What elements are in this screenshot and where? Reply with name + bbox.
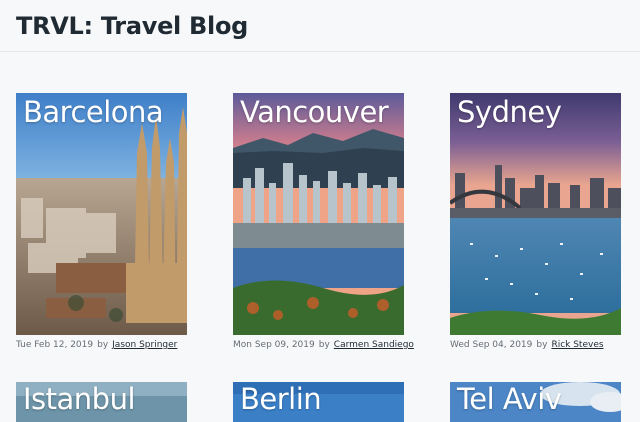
post-card-barcelona[interactable]: Barcelona Tue Feb 12, 2019 by Jason Spring… xyxy=(16,93,187,350)
byline-label: by xyxy=(536,340,548,350)
site-header: TRVL: Travel Blog xyxy=(0,0,640,52)
post-card-sydney[interactable]: Sydney Wed Sep 04, 2019 by Rick Steves xyxy=(450,93,621,350)
post-photo-sydney[interactable]: Sydney xyxy=(450,93,621,335)
post-card-istanbul[interactable]: Istanbul xyxy=(16,382,187,422)
sydney-photo-image xyxy=(450,93,621,335)
author-link[interactable]: Jason Springer xyxy=(112,340,177,350)
post-date: Mon Sep 09, 2019 xyxy=(233,340,315,350)
author-link[interactable]: Carmen Sandiego xyxy=(334,340,414,350)
post-photo-vancouver[interactable]: Vancouver xyxy=(233,93,404,335)
post-meta: Wed Sep 04, 2019 by Rick Steves xyxy=(450,340,621,350)
post-card-tel-aviv[interactable]: Tel Aviv xyxy=(450,382,621,422)
post-photo-tel-aviv[interactable]: Tel Aviv xyxy=(450,382,621,422)
post-date: Wed Sep 04, 2019 xyxy=(450,340,533,350)
post-title[interactable]: Tel Aviv xyxy=(457,382,562,416)
post-meta: Mon Sep 09, 2019 by Carmen Sandiego xyxy=(233,340,414,350)
post-title[interactable]: Vancouver xyxy=(240,95,389,129)
post-card-vancouver[interactable]: Vancouver Mon Sep 09, 2019 by Carmen Sandi… xyxy=(233,93,414,350)
post-date: Tue Feb 12, 2019 xyxy=(16,340,94,350)
post-title[interactable]: Istanbul xyxy=(23,382,136,416)
vancouver-photo-image xyxy=(233,93,404,335)
post-title[interactable]: Barcelona xyxy=(23,95,164,129)
post-title[interactable]: Sydney xyxy=(457,95,562,129)
site-title[interactable]: TRVL: Travel Blog xyxy=(16,12,248,40)
barcelona-photo-image xyxy=(16,93,187,335)
post-photo-istanbul[interactable]: Istanbul xyxy=(16,382,187,422)
post-meta: Tue Feb 12, 2019 by Jason Springer xyxy=(16,340,187,350)
post-card-berlin[interactable]: Berlin xyxy=(233,382,404,422)
author-link[interactable]: Rick Steves xyxy=(551,340,603,350)
post-photo-barcelona[interactable]: Barcelona xyxy=(16,93,187,335)
byline-label: by xyxy=(97,340,109,350)
post-photo-berlin[interactable]: Berlin xyxy=(233,382,404,422)
byline-label: by xyxy=(318,340,330,350)
post-title[interactable]: Berlin xyxy=(240,382,322,416)
